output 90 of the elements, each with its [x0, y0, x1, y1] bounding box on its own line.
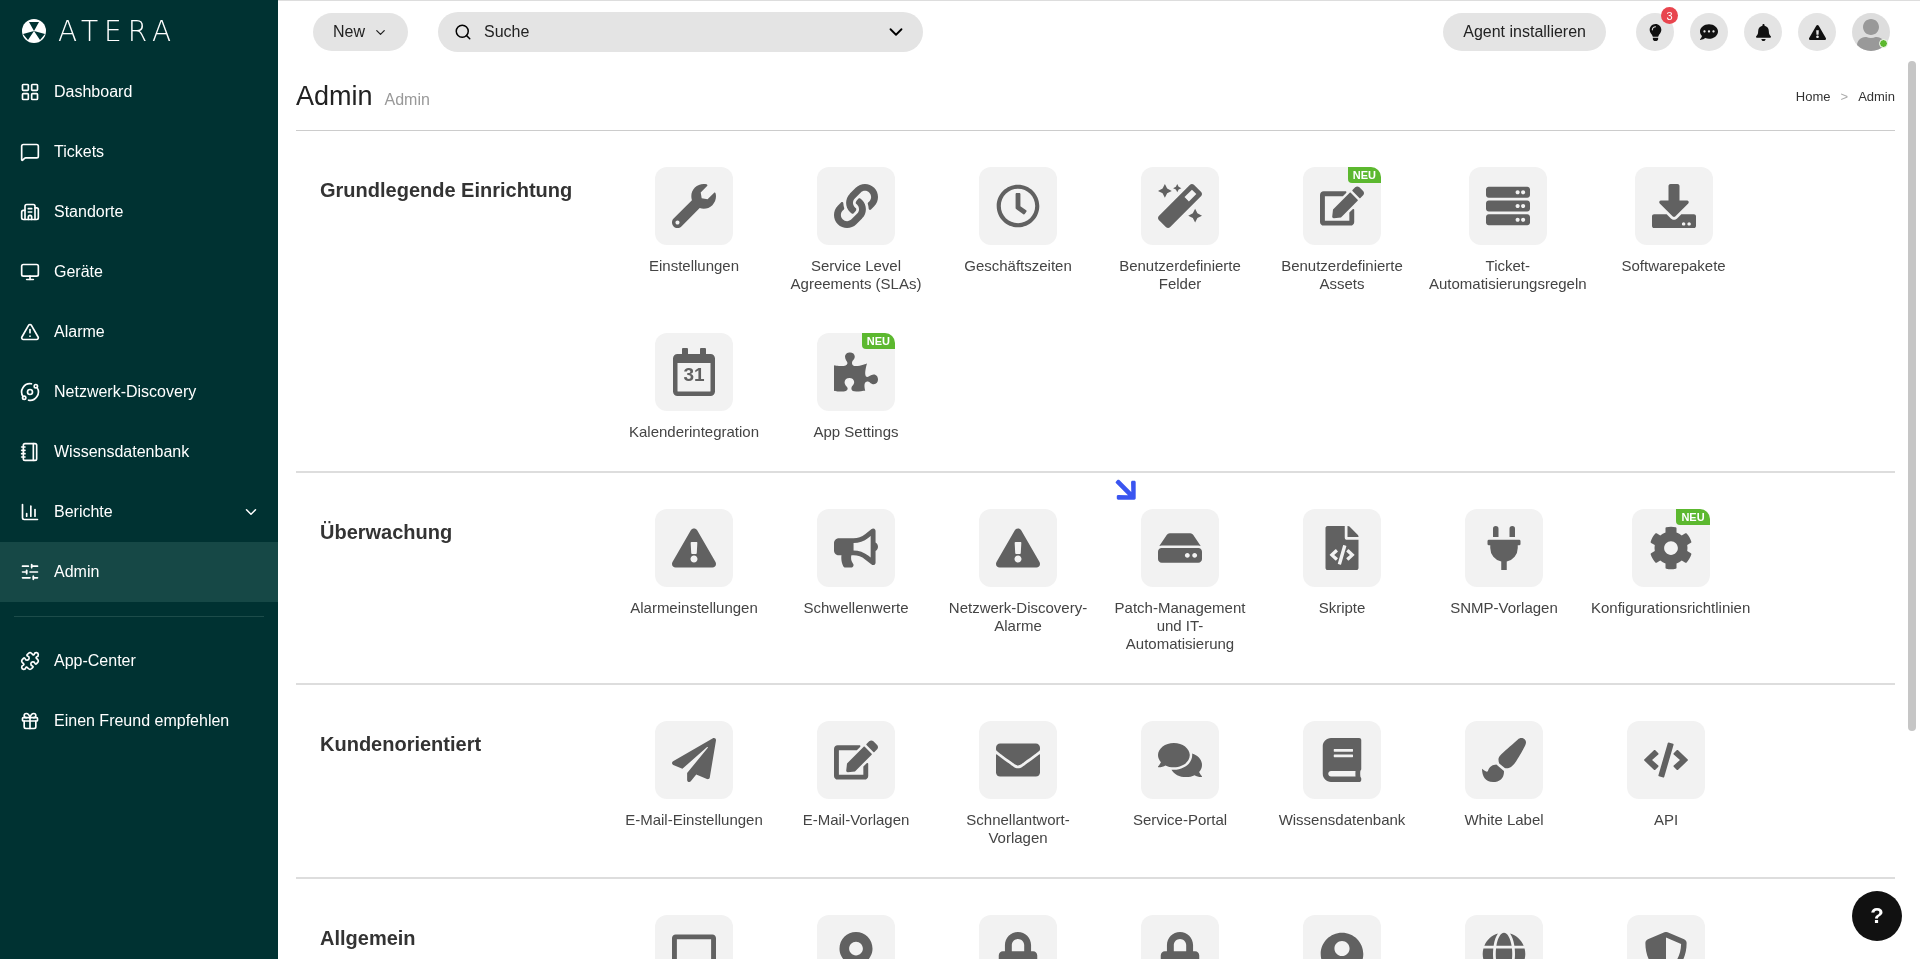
gear-icon [1648, 526, 1693, 570]
gift-icon [20, 711, 40, 731]
nav-item[interactable]: Dashboard [0, 62, 278, 122]
admin-tile[interactable]: Schnellantwort-Vorlagen [939, 721, 1097, 847]
dashboard-icon [20, 82, 40, 102]
search-bar[interactable]: Suche [438, 12, 923, 52]
admin-tile[interactable]: Alarmeinstellungen [615, 509, 773, 653]
help-button[interactable]: ? [1852, 891, 1902, 941]
admin-tile[interactable]: API [1587, 721, 1745, 847]
nav-item[interactable]: Tickets [0, 122, 278, 182]
page-subtitle: Admin [384, 90, 430, 109]
new-button[interactable]: New [313, 13, 408, 51]
paper-plane-icon [672, 738, 716, 782]
breadcrumb-link[interactable]: Admin [1858, 89, 1895, 104]
admin-tile[interactable]: Patch-Management und IT-Automatisierung [1101, 509, 1259, 653]
scrollbar[interactable] [1908, 61, 1916, 731]
edit-icon [834, 738, 878, 782]
new-badge: NEU [861, 333, 895, 349]
alert-button[interactable] [1798, 13, 1836, 51]
search-field[interactable]: Suche [482, 22, 875, 42]
new-badge: NEU [1347, 167, 1381, 183]
user-avatar[interactable] [1852, 13, 1890, 51]
section-title: Allgemein [320, 927, 417, 951]
nav-item[interactable]: Netzwerk-Discovery [0, 362, 278, 422]
logo-icon [20, 18, 48, 44]
clock-icon [996, 184, 1040, 228]
breadcrumb-separator: > [1840, 89, 1849, 104]
link-icon [834, 184, 878, 228]
section-title: Kundenorientiert [320, 733, 483, 757]
network-icon [20, 382, 40, 402]
wrench-icon [672, 184, 716, 228]
puzzle-icon [834, 350, 878, 394]
book-icon [1320, 738, 1364, 782]
brush-icon [1482, 738, 1526, 782]
admin-tile[interactable]: Netzwerk-Discovery-Alarme [939, 509, 1097, 653]
admin-tile[interactable]: Schwellenwerte [777, 509, 935, 653]
download-icon [1651, 184, 1696, 228]
admin-tile[interactable]: 31 Kalenderintegration [615, 333, 773, 441]
nav-item[interactable]: Berichte [0, 482, 278, 542]
admin-tile[interactable]: Wissensdatenbank [1263, 721, 1421, 847]
puzzle-icon [20, 651, 40, 671]
admin-tile[interactable]: Skripte [1263, 509, 1421, 653]
sliders-icon [20, 562, 40, 582]
nav-item[interactable]: Geräte [0, 242, 278, 302]
admin-tile[interactable]: NEU Konfigurationsrichtlinien [1587, 509, 1755, 653]
nav-item[interactable]: App-Center [0, 631, 278, 691]
monitor-icon [20, 262, 40, 282]
admin-tile[interactable]: SNMP-Vorlagen [1425, 509, 1583, 653]
admin-tile[interactable]: White Label [1425, 721, 1583, 847]
nav-item[interactable]: Admin [0, 542, 278, 602]
section-title: Grundlegende Einrichtung [320, 179, 574, 203]
admin-tile[interactable]: Ticket-Automatisierungsregeln [1425, 167, 1591, 293]
bell-button[interactable] [1744, 13, 1782, 51]
admin-tile[interactable]: Benutzerdefinierte Felder [1101, 167, 1259, 293]
lightbulb-button[interactable] [1636, 13, 1674, 51]
chat-icon [20, 142, 40, 162]
bell-icon [1754, 23, 1772, 41]
nav-item[interactable]: Alarme [0, 302, 278, 362]
admin-tile[interactable]: Geschäftszeiten [939, 167, 1097, 293]
edit-icon [1320, 184, 1364, 228]
chat-button[interactable] [1690, 13, 1728, 51]
nav-item[interactable]: Standorte [0, 182, 278, 242]
chat-icon [1700, 23, 1718, 41]
new-badge: NEU [1676, 509, 1710, 525]
page-title: Admin [296, 81, 373, 112]
bar-chart-icon [20, 502, 40, 522]
search-icon [454, 23, 472, 41]
warning-icon [20, 322, 40, 342]
nav-item[interactable]: Wissensdatenbank [0, 422, 278, 482]
admin-tile[interactable]: Service-Portal [1101, 721, 1259, 847]
admin-tile[interactable]: E-Mail-Vorlagen [777, 721, 935, 847]
magic-wand-icon [1158, 184, 1202, 228]
building-icon [20, 202, 40, 222]
admin-tile[interactable]: Einstellungen [615, 167, 773, 293]
warning-icon [672, 526, 716, 570]
breadcrumb-link[interactable]: Home [1795, 89, 1831, 104]
admin-tile[interactable]: Softwarepakete [1594, 167, 1753, 293]
brand-name: ATERA [58, 14, 178, 48]
admin-tile[interactable]: Service Level Agreements (SLAs) [777, 167, 935, 293]
admin-tile[interactable]: E-Mail-Einstellungen [615, 721, 773, 847]
server-icon [1485, 184, 1530, 228]
warning-icon [1808, 23, 1826, 41]
admin-tile[interactable]: NEU Benutzerdefinierte Assets [1263, 167, 1421, 293]
section-title: Überwachung [320, 521, 454, 545]
notification-badge: 3 [1661, 7, 1678, 24]
nav-item[interactable]: Einen Freund empfehlen [0, 691, 278, 751]
agent-install-button[interactable]: Agent installieren [1443, 13, 1606, 51]
notebook-icon [20, 442, 40, 462]
admin-tile[interactable]: NEU App Settings [777, 333, 935, 441]
megaphone-icon [834, 526, 878, 570]
